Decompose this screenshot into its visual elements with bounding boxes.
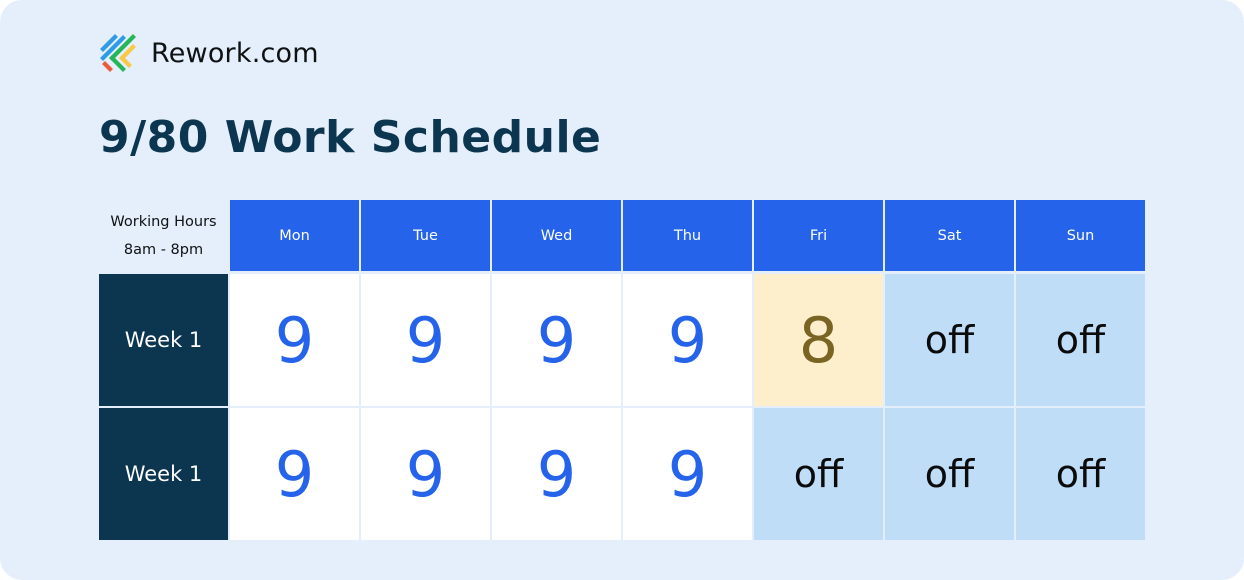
schedule-cell: off <box>1016 274 1145 406</box>
working-hours-line2: 8am - 8pm <box>123 241 204 258</box>
schedule-cell: 9 <box>623 408 752 540</box>
day-header-mon: Mon <box>230 200 359 271</box>
day-header-wed: Wed <box>492 200 621 271</box>
row-label-week: Week 1 <box>99 408 228 540</box>
rework-logo-icon <box>99 34 139 74</box>
row-label-week: Week 1 <box>99 274 228 406</box>
day-header-fri: Fri <box>754 200 883 271</box>
schedule-cell: 8 <box>754 274 883 406</box>
working-hours-label: Working Hours 8am - 8pm <box>99 200 228 271</box>
schedule-cell: off <box>885 408 1014 540</box>
schedule-cell: 9 <box>623 274 752 406</box>
day-header-sun: Sun <box>1016 200 1145 271</box>
schedule-cell: 9 <box>492 408 621 540</box>
page-title: 9/80 Work Schedule <box>99 112 602 163</box>
working-hours-line1: Working Hours <box>110 213 217 230</box>
schedule-cell: off <box>885 274 1014 406</box>
schedule-cell: 9 <box>230 274 359 406</box>
day-header-tue: Tue <box>361 200 490 271</box>
schedule-cell: 9 <box>492 274 621 406</box>
brand-logo: Rework.com <box>99 34 319 74</box>
day-header-thu: Thu <box>623 200 752 271</box>
schedule-cell: off <box>754 408 883 540</box>
brand-name: Rework.com <box>151 38 319 69</box>
schedule-cell: 9 <box>230 408 359 540</box>
schedule-cell: off <box>1016 408 1145 540</box>
schedule-cell: 9 <box>361 408 490 540</box>
schedule-cell: 9 <box>361 274 490 406</box>
day-header-sat: Sat <box>885 200 1014 271</box>
schedule-card: Rework.com 9/80 Work Schedule Working Ho… <box>0 0 1244 580</box>
